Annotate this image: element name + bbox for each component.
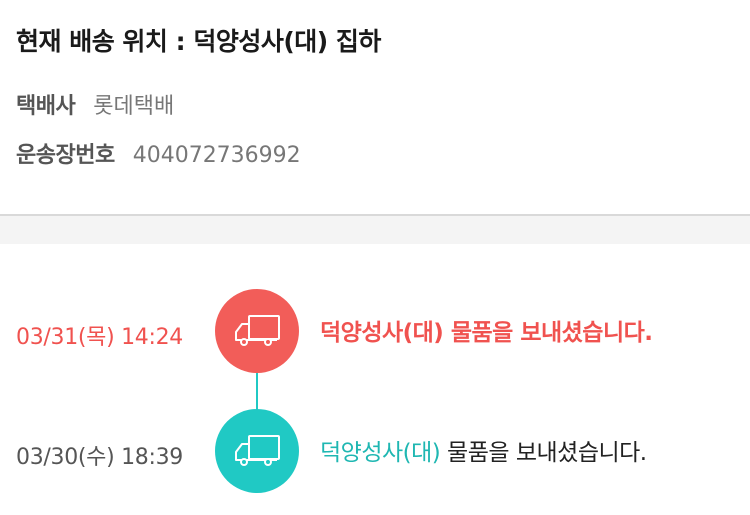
tracking-number-label: 운송장번호 [16, 143, 115, 168]
courier-value: 롯데택배 [93, 94, 175, 119]
event-time: 03/30(수) 18:39 [16, 445, 184, 470]
event-time: 03/31(목) 14:24 [16, 325, 184, 350]
timeline-event: 03/30(수) 18:39 덕양성사(대) 물품을 보내셨습니다. [0, 409, 750, 495]
event-description: 물품을 보내셨습니다. [443, 320, 653, 346]
courier-row: 택배사 롯데택배 [16, 88, 174, 120]
truck-icon [235, 435, 280, 466]
timeline-event: 03/31(목) 14:24 덕양성사(대) 물품을 보내셨습니다. [0, 289, 750, 375]
event-description: 물품을 보내셨습니다. [440, 440, 647, 466]
event-location: 덕양성사(대) [320, 320, 444, 346]
tracking-row: 운송장번호 404072736992 [16, 137, 301, 169]
current-location-title: 현재 배송 위치 : 덕양성사(대) 집하 [16, 27, 381, 56]
tracking-number-value: 404072736992 [132, 143, 301, 168]
event-message: 덕양성사(대) 물품을 보내셨습니다. [320, 433, 647, 467]
section-gap [0, 216, 750, 244]
event-message: 덕양성사(대) 물품을 보내셨습니다. [320, 313, 653, 347]
courier-label: 택배사 [16, 94, 76, 119]
truck-icon [235, 315, 280, 346]
event-location: 덕양성사(대) [320, 440, 441, 466]
event-status-circle [215, 289, 299, 373]
delivery-header: 현재 배송 위치 : 덕양성사(대) 집하 택배사 롯데택배 운송장번호 40407… [0, 0, 750, 214]
tracking-timeline: 03/31(목) 14:24 덕양성사(대) 물품을 보내셨습니다. 03/30… [0, 244, 750, 515]
event-status-circle [215, 409, 299, 493]
